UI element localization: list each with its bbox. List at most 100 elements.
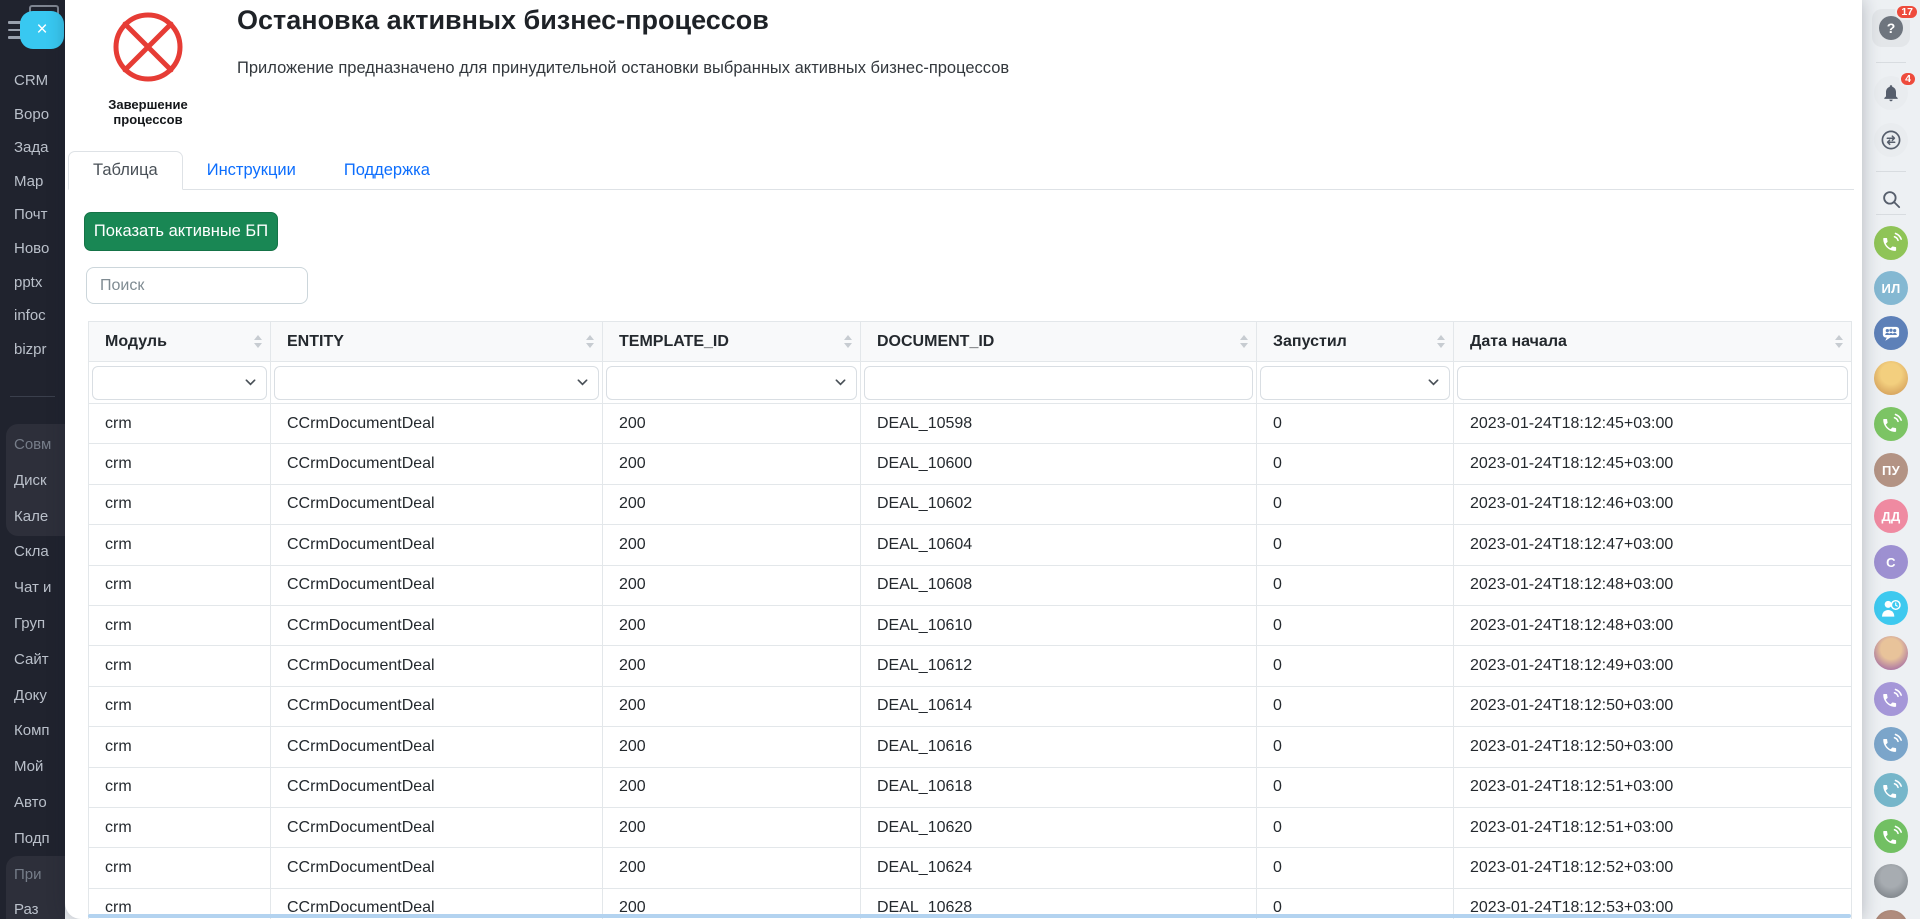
table-header-row: МодульENTITYTEMPLATE_ID DOCUMENT_ID Запуст…: [89, 322, 1852, 362]
phone-icon: [1880, 688, 1902, 710]
table-cell: 0: [1257, 848, 1454, 888]
call-contact-button[interactable]: [1874, 226, 1908, 260]
table-row: crmCCrmDocumentDeal200DEAL_1060402023-01…: [89, 525, 1852, 565]
sidebar-item-grup[interactable]: Груп: [0, 606, 65, 642]
show-active-bp-button[interactable]: Показать активные БП: [84, 212, 278, 251]
column-header-template_id[interactable]: TEMPLATE_ID: [603, 322, 861, 362]
sidebar-item-crm[interactable]: CRM: [0, 64, 65, 98]
phone-icon: [1880, 779, 1902, 801]
table-cell: DEAL_10624: [861, 848, 1257, 888]
call-contact-button[interactable]: [1874, 819, 1908, 853]
process-table-area: МодульENTITYTEMPLATE_ID DOCUMENT_ID Запуст…: [88, 321, 1851, 919]
column-header-дата начала[interactable]: Дата начала: [1454, 322, 1852, 362]
sidebar-item-doku[interactable]: Доку: [0, 678, 65, 714]
horizontal-scrollbar[interactable]: [88, 914, 1851, 918]
column-header-entity[interactable]: ENTITY: [271, 322, 603, 362]
avatar[interactable]: [1874, 636, 1908, 670]
sidebar-item-moy[interactable]: Мой: [0, 749, 65, 785]
table-cell: 0: [1257, 727, 1454, 767]
sidebar-item-pptx[interactable]: pptx: [0, 266, 65, 300]
rail-divider: [1876, 214, 1906, 215]
notification-badge: 4: [1899, 71, 1917, 87]
table-cell: 200: [603, 727, 861, 767]
group-chat-button[interactable]: [1874, 316, 1908, 350]
chevron-down-icon: [835, 377, 846, 388]
sidebar-item-sait[interactable]: Сайт: [0, 642, 65, 678]
group-chat-icon: [1878, 320, 1904, 346]
sidebar-item-razr[interactable]: Раз: [0, 892, 65, 919]
table-cell: 200: [603, 605, 861, 645]
table-cell: 200: [603, 646, 861, 686]
table-cell: 0: [1257, 404, 1454, 444]
table-row: crmCCrmDocumentDeal200DEAL_1061802023-01…: [89, 767, 1852, 807]
table-cell: 2023-01-24T18:12:50+03:00: [1454, 686, 1852, 726]
filter-cell: [271, 362, 603, 404]
chat-history-button[interactable]: [1874, 123, 1908, 157]
table-cell: DEAL_10614: [861, 686, 1257, 726]
table-cell: 2023-01-24T18:12:51+03:00: [1454, 767, 1852, 807]
filter-input-дата начала[interactable]: [1457, 366, 1848, 400]
column-header-document_id[interactable]: DOCUMENT_ID: [861, 322, 1257, 362]
column-header-запустил[interactable]: Запустил: [1257, 322, 1454, 362]
sidebar-item-avto[interactable]: Авто: [0, 785, 65, 821]
tab-table[interactable]: Таблица: [68, 151, 183, 190]
rail-search-button[interactable]: [1874, 182, 1908, 216]
sidebar-item-chat[interactable]: Чат и: [0, 570, 65, 606]
filter-select-entity[interactable]: [274, 366, 599, 400]
sidebar-item-poch[interactable]: Почт: [0, 198, 65, 232]
sidebar-item-kale[interactable]: Кале: [0, 499, 65, 535]
table-cell: 2023-01-24T18:12:51+03:00: [1454, 807, 1852, 847]
filter-input-document_id[interactable]: [864, 366, 1253, 400]
notifications-button[interactable]: 4: [1874, 76, 1908, 110]
column-header-label: DOCUMENT_ID: [877, 333, 994, 350]
call-contact-button[interactable]: [1874, 407, 1908, 441]
table-cell: DEAL_10600: [861, 444, 1257, 484]
call-contact-button[interactable]: [1874, 682, 1908, 716]
rail-divider: [1876, 171, 1906, 172]
column-header-модуль[interactable]: Модуль: [89, 322, 271, 362]
sidebar-item-voro[interactable]: Воро: [0, 98, 65, 132]
call-contact-button[interactable]: [1874, 773, 1908, 807]
sidebar-item-sovm[interactable]: Совм: [0, 427, 65, 463]
recent-contact-button[interactable]: [1874, 591, 1908, 625]
sidebar-item-disk[interactable]: Диск: [0, 463, 65, 499]
sidebar-item-infoc[interactable]: infoc: [0, 299, 65, 333]
table-cell: CCrmDocumentDeal: [271, 807, 603, 847]
sidebar-item-novo[interactable]: Ново: [0, 232, 65, 266]
sidebar-item-skla[interactable]: Скла: [0, 534, 65, 570]
search-input[interactable]: [86, 267, 308, 304]
table-cell: crm: [89, 686, 271, 726]
table-cell: 200: [603, 444, 861, 484]
filter-select-template_id[interactable]: [606, 366, 857, 400]
tab-instructions[interactable]: Инструкции: [183, 152, 320, 189]
table-cell: 200: [603, 525, 861, 565]
sidebar-item-pril[interactable]: При: [0, 857, 65, 893]
filter-select-модуль[interactable]: [92, 366, 267, 400]
filter-cell: [1454, 362, 1852, 404]
table-cell: CCrmDocumentDeal: [271, 565, 603, 605]
contact-initials-button[interactable]: ДД: [1874, 499, 1908, 533]
tab-support[interactable]: Поддержка: [320, 152, 454, 189]
avatar[interactable]: [1874, 864, 1908, 898]
contact-initials-button[interactable]: ПУ: [1874, 453, 1908, 487]
table-cell: 200: [603, 848, 861, 888]
table-cell: 2023-01-24T18:12:49+03:00: [1454, 646, 1852, 686]
sidebar-item-mar[interactable]: Мар: [0, 165, 65, 199]
call-contact-button[interactable]: [1874, 727, 1908, 761]
table-row: crmCCrmDocumentDeal200DEAL_1060202023-01…: [89, 484, 1852, 524]
contact-initials-button[interactable]: ИЛ: [1874, 271, 1908, 305]
help-button[interactable]: ?17: [1872, 9, 1910, 47]
table-cell: 2023-01-24T18:12:45+03:00: [1454, 404, 1852, 444]
sort-icon: [1835, 335, 1844, 349]
table-cell: 2023-01-24T18:12:47+03:00: [1454, 525, 1852, 565]
contact-initials: С: [1886, 555, 1896, 570]
sidebar-item-komp[interactable]: Комп: [0, 713, 65, 749]
avatar[interactable]: [1874, 910, 1908, 919]
sidebar-item-podp[interactable]: Подп: [0, 821, 65, 857]
avatar[interactable]: [1874, 361, 1908, 395]
filter-select-запустил[interactable]: [1260, 366, 1450, 400]
sidebar-item-zada[interactable]: Зада: [0, 131, 65, 165]
close-app-button[interactable]: ×: [20, 11, 64, 49]
contact-initials-button[interactable]: С: [1874, 545, 1908, 579]
sidebar-item-bizpr[interactable]: bizpr: [0, 333, 65, 367]
